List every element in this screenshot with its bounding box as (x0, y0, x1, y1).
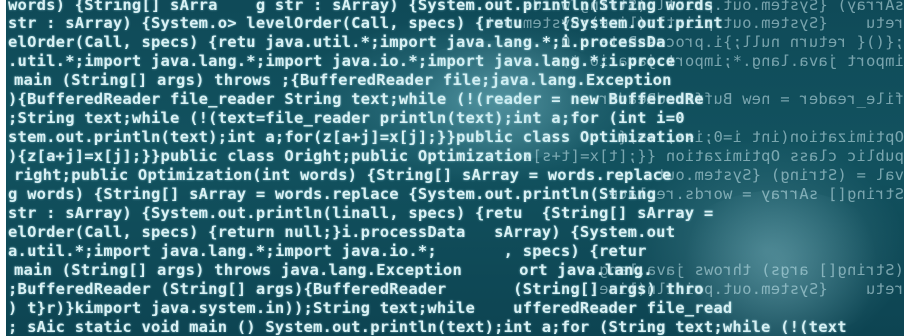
mirrored-code-line: sArray) {System.out.println(String words (522, 0, 904, 14)
mirrored-code-line: String[] sArray = words.replace (608, 185, 905, 203)
code-line: right;public Optimization(int words) {St… (14, 166, 672, 184)
mirrored-code-line: val = (String) {System.out (656, 166, 904, 184)
mirrored-code-line: Optimization(int i=0;i<a;i++){ (618, 128, 904, 146)
code-line: a.util.*;import java.lang.*;import java.… (8, 242, 647, 260)
mirrored-code-line: file_reader = new BufferedReader (598, 90, 904, 108)
code-line: ){z[a+j]=x[j];}}public class Oright;publ… (8, 147, 533, 165)
code-line: ) t}r)}kimport java.system.in));String t… (8, 299, 733, 317)
code-line: stem.out.println(text);int a;for(z[a+j]=… (8, 128, 695, 146)
mirrored-code-line: retu {System.out.println(line) (589, 280, 904, 298)
code-line: ; sAic static void main () System.out.pr… (8, 318, 847, 336)
mirrored-code-line: retu {System.out.println(line);System.ou… (475, 14, 904, 32)
code-line: main (String[] args) throws java.lang.Ex… (14, 261, 653, 279)
mirrored-code-line: import java.lang.*;import java.io.*; (560, 52, 904, 70)
code-line: elOrder(Call, specs) {return null;}i.pro… (8, 223, 676, 241)
mirrored-code-line: public class Optimization {{;[t]x=[t+s]z (522, 147, 904, 165)
code-line: str : sArray) {System.out.println(linall… (8, 204, 714, 222)
mirrored-code-line: (String[] args) throws java.lang (598, 261, 904, 279)
mirrored-code-line: ;{(){ return null;}i.processData O (560, 33, 904, 51)
code-line: main (String[] args) throws ;{BufferedRe… (14, 71, 672, 89)
code-background-image: words) {String[] sArra g str : sArray) {… (6, 0, 904, 336)
code-line: ;String text;while (!(text=file_reader p… (8, 109, 685, 127)
code-line: g words) {String[] sArray = words.replac… (8, 185, 657, 203)
